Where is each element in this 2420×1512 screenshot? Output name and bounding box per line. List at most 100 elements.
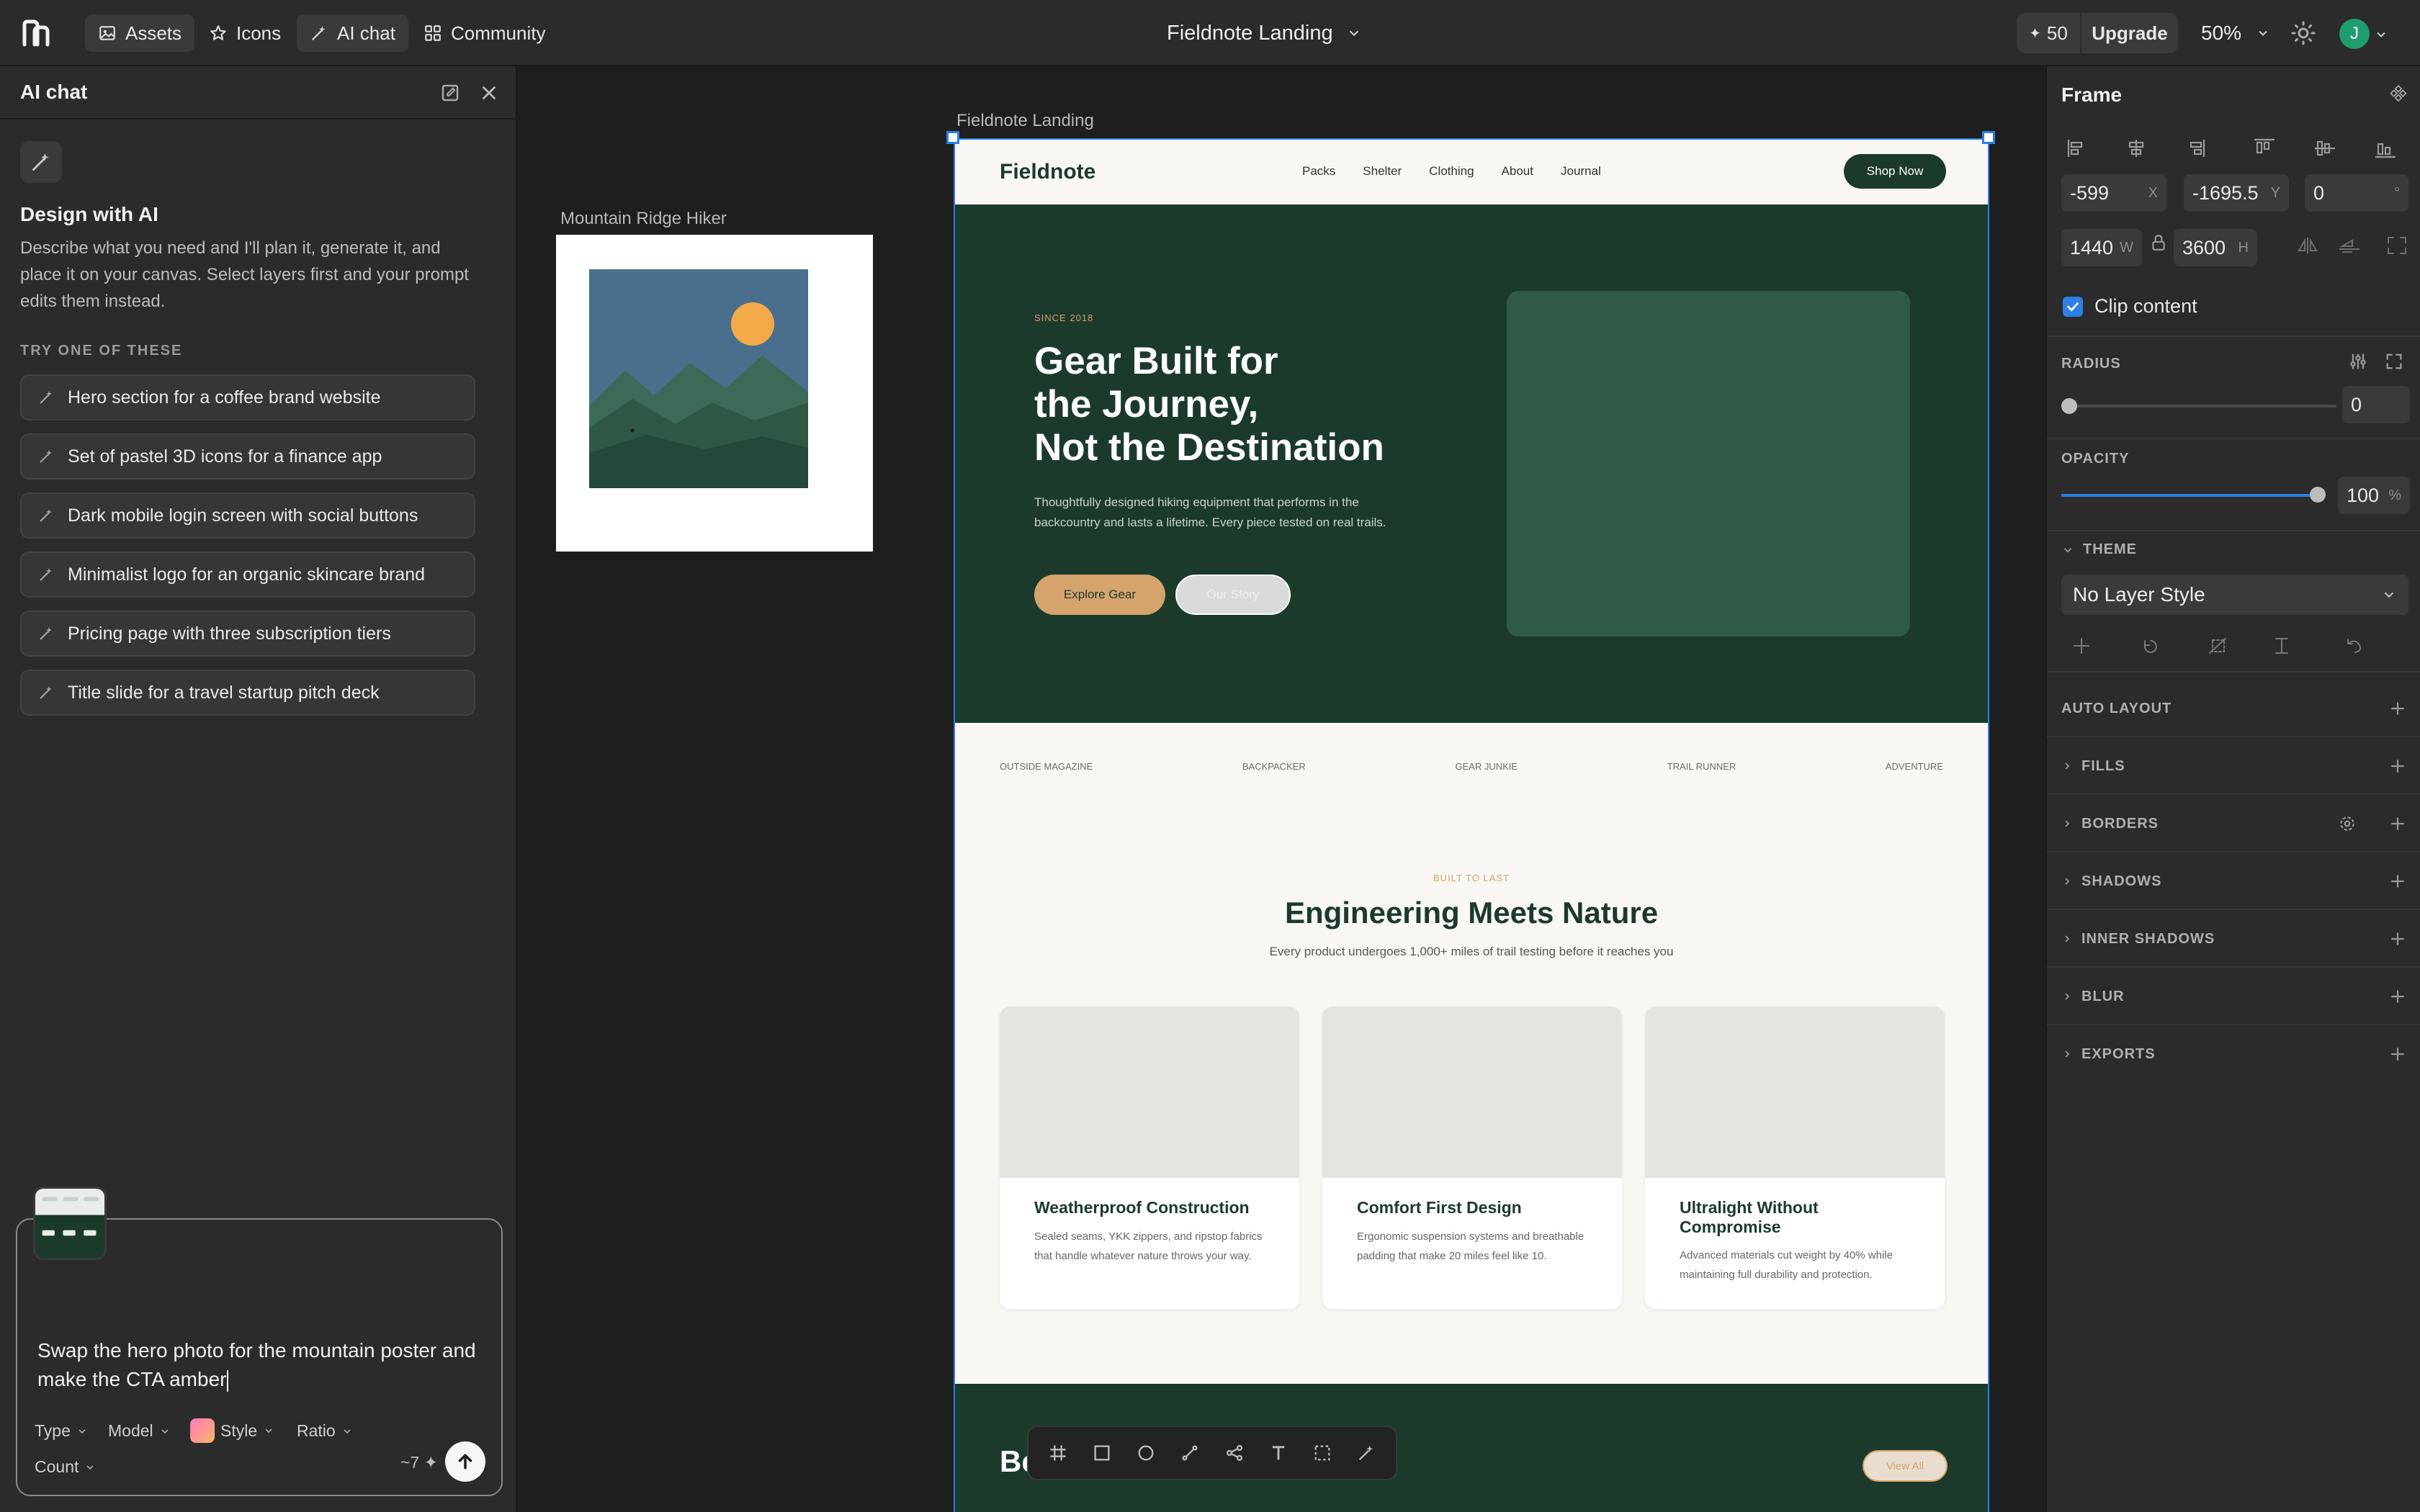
card-image-placeholder bbox=[1000, 1007, 1299, 1178]
model-dropdown[interactable]: Model bbox=[108, 1421, 171, 1441]
borders-section[interactable]: BORDERS bbox=[2061, 809, 2407, 838]
opacity-field[interactable]: 100 % bbox=[2338, 477, 2410, 514]
inner-shadows-section[interactable]: INNER SHADOWS bbox=[2061, 924, 2407, 953]
shop-now-button[interactable]: Shop Now bbox=[1844, 154, 1946, 189]
connector-tool-icon[interactable] bbox=[1224, 1443, 1245, 1463]
blur-section[interactable]: BLUR bbox=[2061, 982, 2407, 1011]
our-story-button[interactable]: Our Story bbox=[1175, 575, 1291, 615]
auto-layout-section[interactable]: AUTO LAYOUT bbox=[2061, 694, 2407, 723]
new-chat-icon[interactable] bbox=[439, 82, 461, 104]
x-field[interactable]: -599 X bbox=[2061, 174, 2166, 212]
clip-content-checkbox[interactable] bbox=[2063, 297, 2083, 317]
divider bbox=[2047, 438, 2420, 439]
resize-handle[interactable] bbox=[1982, 131, 1995, 144]
landing-nav-link[interactable]: About bbox=[1502, 164, 1533, 179]
close-icon[interactable] bbox=[478, 82, 500, 104]
view-all-button[interactable]: View All bbox=[1863, 1450, 1948, 1482]
landing-frame-label[interactable]: Fieldnote Landing bbox=[956, 111, 1094, 131]
divider bbox=[2047, 671, 2420, 672]
suggestion-item[interactable]: Hero section for a coffee brand website bbox=[20, 374, 475, 420]
attached-image-thumbnail[interactable] bbox=[33, 1187, 107, 1260]
poster-frame-label[interactable]: Mountain Ridge Hiker bbox=[560, 209, 727, 229]
landing-nav-link[interactable]: Journal bbox=[1561, 164, 1601, 179]
opacity-slider-track[interactable] bbox=[2061, 494, 2318, 497]
count-dropdown[interactable]: Count bbox=[35, 1457, 96, 1477]
plus-icon[interactable] bbox=[2388, 757, 2407, 775]
plus-icon[interactable] bbox=[2388, 872, 2407, 891]
radius-settings-icon[interactable] bbox=[2348, 351, 2368, 372]
avatar[interactable]: J bbox=[2339, 19, 2370, 49]
suggestion-item[interactable]: Pricing page with three subscription tie… bbox=[20, 611, 475, 657]
radius-slider-track[interactable] bbox=[2061, 405, 2336, 408]
zoom-dropdown[interactable]: 50% bbox=[2201, 14, 2270, 52]
height-field[interactable]: 3600 H bbox=[2174, 229, 2257, 266]
landing-nav-link[interactable]: Clothing bbox=[1429, 164, 1474, 179]
send-button[interactable] bbox=[445, 1441, 485, 1482]
ratio-dropdown[interactable]: Ratio bbox=[297, 1421, 353, 1441]
landing-page-frame[interactable]: Fieldnote Packs Shelter Clothing About J… bbox=[954, 138, 1989, 1512]
rotation-field[interactable]: 0 ° bbox=[2305, 174, 2408, 212]
resize-handle[interactable] bbox=[946, 131, 959, 144]
prompt-text[interactable]: Swap the hero photo for the mountain pos… bbox=[37, 1336, 484, 1394]
type-dropdown[interactable]: Type bbox=[35, 1421, 88, 1441]
chevron-down-icon bbox=[86, 1464, 94, 1470]
plus-icon[interactable] bbox=[2388, 814, 2407, 833]
nav-community-button[interactable]: Community bbox=[411, 14, 558, 52]
y-field[interactable]: -1695.5 Y bbox=[2184, 174, 2289, 212]
expand-corners-icon[interactable] bbox=[2384, 351, 2404, 372]
document-title-dropdown[interactable]: Fieldnote Landing bbox=[1167, 14, 1362, 52]
plus-icon[interactable] bbox=[2388, 930, 2407, 948]
chevron-right-icon bbox=[2065, 762, 2070, 770]
suggestion-item[interactable]: Set of pastel 3D icons for a finance app bbox=[20, 433, 475, 480]
alignment-toolbar[interactable] bbox=[2066, 137, 2404, 160]
rotation-value: 0 bbox=[2313, 181, 2325, 204]
credits-badge[interactable]: ✦ 50 bbox=[2017, 13, 2081, 53]
select-tool-icon[interactable] bbox=[1312, 1443, 1332, 1463]
nav-icons-button[interactable]: Icons bbox=[196, 14, 294, 52]
h-label: H bbox=[2238, 239, 2249, 256]
y-value: -1695.5 bbox=[2192, 181, 2259, 204]
nav-assets-button[interactable]: Assets bbox=[85, 14, 195, 52]
pen-tool-icon[interactable] bbox=[1180, 1443, 1200, 1463]
press-logo: TRAIL RUNNER bbox=[1667, 760, 1736, 772]
plus-icon[interactable] bbox=[2388, 987, 2407, 1006]
canvas[interactable]: Mountain Ridge Hiker Fieldnote Landing F… bbox=[519, 66, 2044, 1512]
shadows-section[interactable]: SHADOWS bbox=[2061, 867, 2407, 896]
layer-style-select[interactable]: No Layer Style bbox=[2061, 575, 2408, 615]
style-dropdown[interactable]: Style bbox=[190, 1418, 274, 1443]
gear-icon[interactable] bbox=[2338, 814, 2357, 833]
suggestion-item[interactable]: Minimalist logo for an organic skincare … bbox=[20, 552, 475, 598]
explore-gear-button[interactable]: Explore Gear bbox=[1034, 575, 1165, 615]
lock-icon[interactable] bbox=[2149, 233, 2168, 252]
rectangle-tool-icon[interactable] bbox=[1092, 1443, 1112, 1463]
width-field[interactable]: 1440 W bbox=[2061, 229, 2142, 266]
theme-header[interactable]: THEME bbox=[2061, 541, 2137, 558]
chevron-down-icon[interactable] bbox=[2374, 27, 2388, 42]
fills-section[interactable]: FILLS bbox=[2061, 752, 2407, 780]
nav-community-label: Community bbox=[451, 22, 546, 44]
style-actions[interactable] bbox=[2071, 635, 2403, 657]
ellipse-tool-icon[interactable] bbox=[1136, 1443, 1156, 1463]
app-logo[interactable] bbox=[19, 16, 53, 50]
nav-ai-chat-button[interactable]: AI chat bbox=[297, 14, 408, 52]
mountain-poster[interactable] bbox=[556, 235, 873, 552]
landing-nav-link[interactable]: Packs bbox=[1302, 164, 1335, 179]
suggestion-item[interactable]: Title slide for a travel startup pitch d… bbox=[20, 670, 475, 716]
radius-slider-knob[interactable] bbox=[2061, 398, 2077, 414]
exports-section[interactable]: EXPORTS bbox=[2061, 1040, 2407, 1068]
wand-icon[interactable] bbox=[1356, 1443, 1376, 1463]
frame-tool-icon[interactable] bbox=[1048, 1443, 1068, 1463]
radius-field[interactable]: 0 bbox=[2342, 386, 2410, 423]
plus-icon[interactable] bbox=[2388, 699, 2407, 718]
component-icon[interactable] bbox=[2388, 84, 2408, 104]
landing-nav-link[interactable]: Shelter bbox=[1363, 164, 1402, 179]
opacity-slider-knob[interactable] bbox=[2310, 487, 2326, 503]
theme-toggle-sun-icon[interactable] bbox=[2290, 20, 2316, 46]
upgrade-button[interactable]: Upgrade bbox=[2081, 22, 2178, 45]
text-tool-icon[interactable] bbox=[1268, 1443, 1289, 1463]
section-label: INNER SHADOWS bbox=[2081, 930, 2215, 947]
wand-icon bbox=[40, 391, 52, 404]
flip-and-fit-controls[interactable] bbox=[2292, 235, 2407, 256]
plus-icon[interactable] bbox=[2388, 1045, 2407, 1063]
suggestion-item[interactable]: Dark mobile login screen with social but… bbox=[20, 492, 475, 539]
